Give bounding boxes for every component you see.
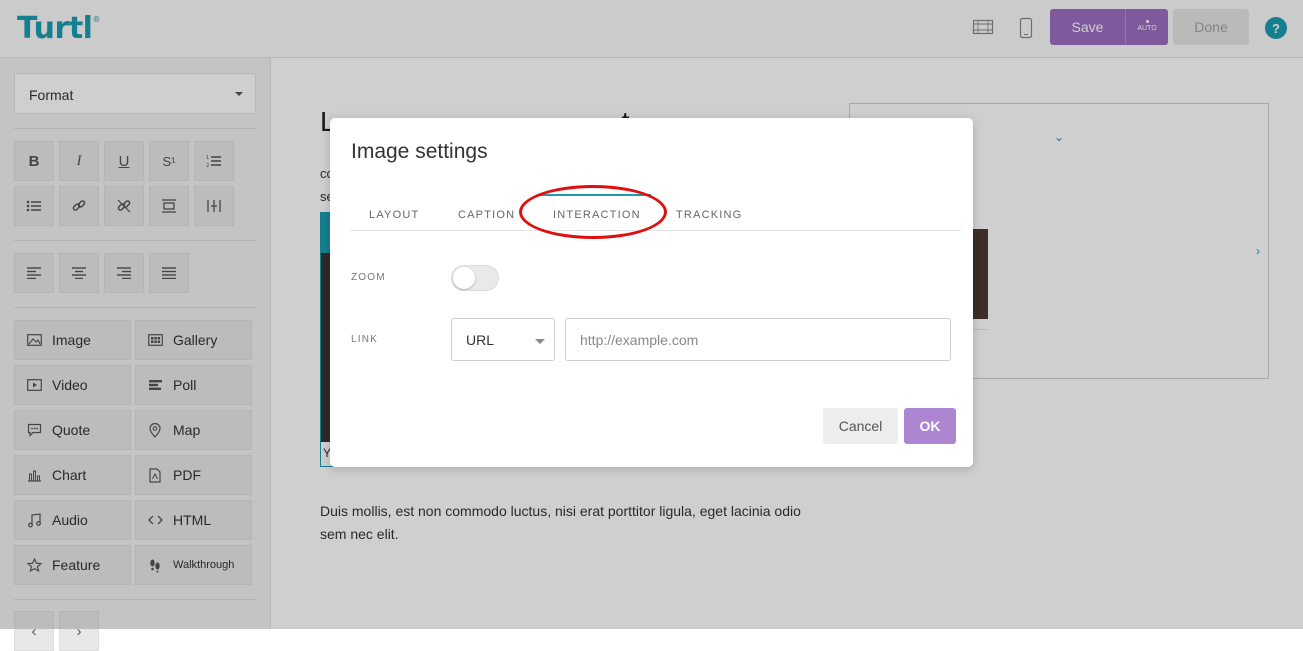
toggle-knob [453,267,475,289]
tabs-divider [350,230,961,231]
chevron-down-icon [535,339,545,344]
zoom-toggle[interactable] [451,265,499,291]
image-settings-dialog: Image settings LAYOUT CAPTION INTERACTIO… [330,118,973,467]
tab-tracking[interactable]: TRACKING [676,209,742,221]
zoom-label: ZOOM [351,272,386,283]
link-url-input[interactable] [565,318,951,361]
link-type-value: URL [466,332,495,348]
ok-button[interactable]: OK [904,408,956,444]
link-label: LINK [351,334,379,345]
cancel-button[interactable]: Cancel [823,408,898,444]
highlight-circle-annotation [519,185,667,239]
tab-caption[interactable]: CAPTION [458,209,515,221]
link-type-select[interactable]: URL [451,318,555,361]
dialog-title: Image settings [351,140,488,163]
tab-layout[interactable]: LAYOUT [369,209,419,221]
